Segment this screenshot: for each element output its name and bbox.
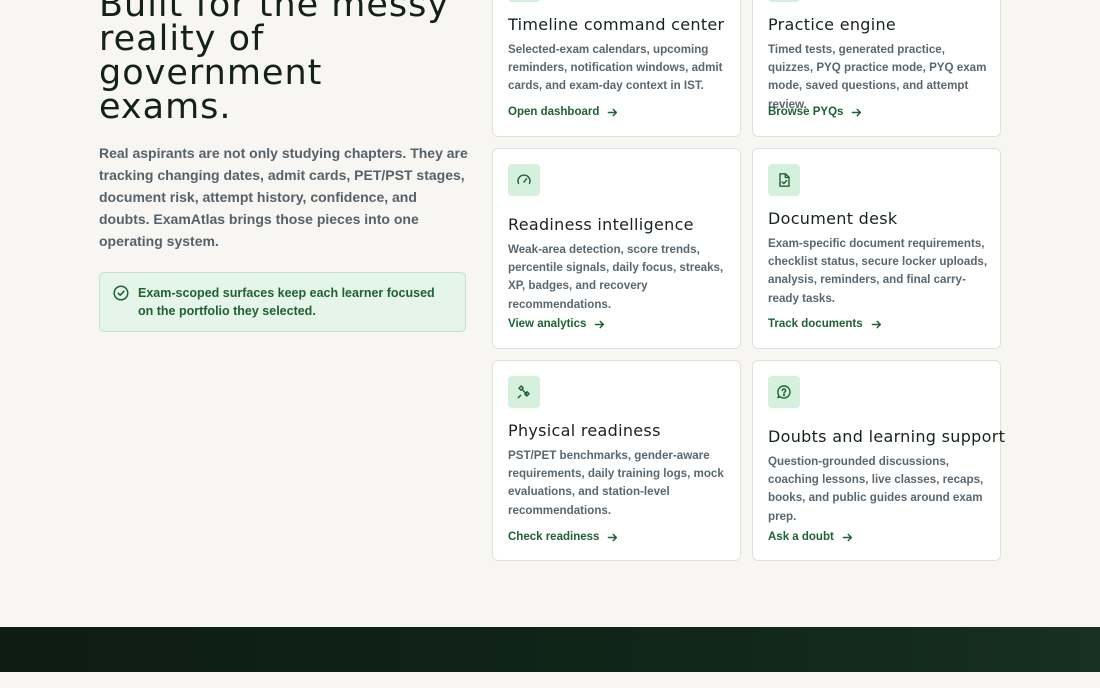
gauge-icon — [517, 174, 531, 185]
card-title: Readiness intelligence — [508, 215, 694, 234]
browse-pyqs-link[interactable]: Browse PYQs — [768, 106, 862, 118]
message-question-icon — [777, 385, 791, 399]
arrow-right-icon — [852, 108, 862, 116]
hero-intro: Real aspirants are not only studying cha… — [99, 145, 468, 249]
card-description: Weak-area detection, score trends, perce… — [508, 243, 724, 311]
hero-headline: Built for the messy reality of governmen… — [99, 0, 471, 127]
card-icon-box — [768, 376, 800, 408]
footer-band — [0, 627, 1100, 672]
feature-card-doubts: Doubts and learning support Question-gro… — [752, 360, 1005, 561]
card-title: Doubts and learning support — [768, 427, 1006, 446]
link-label: Track documents — [768, 318, 863, 330]
card-title: Practice engine — [768, 15, 897, 34]
headline-line-2: reality of government — [99, 19, 323, 93]
file-check-icon — [779, 173, 790, 187]
card-description: Exam-specific document requirements, che… — [768, 237, 988, 305]
feature-grid: Timeline command center Selected-exam ca… — [492, 0, 1005, 562]
open-dashboard-link[interactable]: Open dashboard — [508, 106, 618, 118]
card-description: Timed tests, generated practice, quizzes… — [768, 43, 987, 111]
hero-section: Built for the messy reality of governmen… — [99, 0, 471, 332]
card-description: Selected-exam calendars, upcoming remind… — [508, 43, 723, 93]
arrow-right-icon — [871, 320, 881, 328]
card-title: Timeline command center — [508, 15, 725, 34]
card-icon-box — [508, 376, 540, 408]
headline-line-3: exams. — [99, 87, 232, 127]
view-analytics-link[interactable]: View analytics — [508, 318, 605, 330]
ask-a-doubt-link[interactable]: Ask a doubt — [768, 531, 853, 543]
footer-bottom — [0, 672, 1100, 688]
callout-text: Exam-scoped surfaces keep each learner f… — [138, 286, 435, 318]
feature-card-physical: Physical readiness PST/PET benchmarks, g… — [492, 360, 741, 561]
card-description: PST/PET benchmarks, gender-aware require… — [508, 449, 724, 517]
exam-scope-callout: Exam-scoped surfaces keep each learner f… — [99, 272, 466, 332]
arrow-right-icon — [842, 533, 852, 541]
card-icon-peek — [508, 0, 540, 2]
card-title: Physical readiness — [508, 421, 661, 440]
card-icon-box — [768, 164, 800, 196]
feature-card-documents: Document desk Exam-specific document req… — [752, 148, 1001, 349]
link-label: Open dashboard — [508, 106, 600, 118]
feature-card-readiness: Readiness intelligence Weak-area detecti… — [492, 148, 741, 349]
track-documents-link[interactable]: Track documents — [768, 318, 882, 330]
check-readiness-link[interactable]: Check readiness — [508, 531, 618, 543]
arrow-right-icon — [608, 533, 618, 541]
check-circle-icon — [113, 285, 129, 301]
link-label: View analytics — [508, 318, 587, 330]
arrow-right-icon — [595, 320, 605, 328]
card-description: Question-grounded discussions, coaching … — [768, 455, 984, 523]
dumbbell-icon — [517, 385, 530, 399]
card-title: Document desk — [768, 209, 898, 228]
link-label: Browse PYQs — [768, 106, 844, 118]
feature-card-timeline: Timeline command center Selected-exam ca… — [492, 0, 741, 137]
card-icon-box — [508, 164, 540, 196]
link-label: Check readiness — [508, 531, 600, 543]
feature-card-practice: Practice engine Timed tests, generated p… — [752, 0, 1001, 137]
arrow-right-icon — [608, 108, 618, 116]
link-label: Ask a doubt — [768, 531, 834, 543]
card-icon-peek — [768, 0, 800, 2]
